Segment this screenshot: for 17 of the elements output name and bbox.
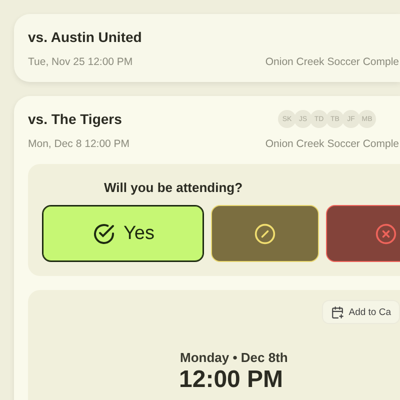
game-time: 12:00 PM xyxy=(179,367,284,393)
game-location: Onion Creek Soccer Comple xyxy=(265,138,399,150)
slash-circle-icon xyxy=(254,222,276,244)
x-circle-icon xyxy=(375,222,397,244)
game-card[interactable]: vs. Austin United Tue, Nov 25 12:00 PM Onion Creek Soccer Comple xyxy=(14,14,400,82)
game-day: Monday • Dec 8th xyxy=(180,350,288,365)
maybe-button[interactable] xyxy=(211,205,319,262)
calendar-plus-icon xyxy=(330,306,344,318)
game-datetime: Mon, Dec 8 12:00 PM xyxy=(28,138,130,150)
game-title: vs. The Tigers xyxy=(28,111,122,127)
check-circle-icon xyxy=(92,222,116,246)
add-to-calendar-button[interactable]: Add to Ca xyxy=(322,300,400,324)
game-location: Onion Creek Soccer Comple xyxy=(265,56,399,68)
rsvp-question: Will you be attending? xyxy=(104,180,243,195)
game-datetime: Tue, Nov 25 12:00 PM xyxy=(28,56,133,68)
yes-button[interactable]: Yes xyxy=(42,205,204,262)
game-title: vs. Austin United xyxy=(28,29,142,45)
